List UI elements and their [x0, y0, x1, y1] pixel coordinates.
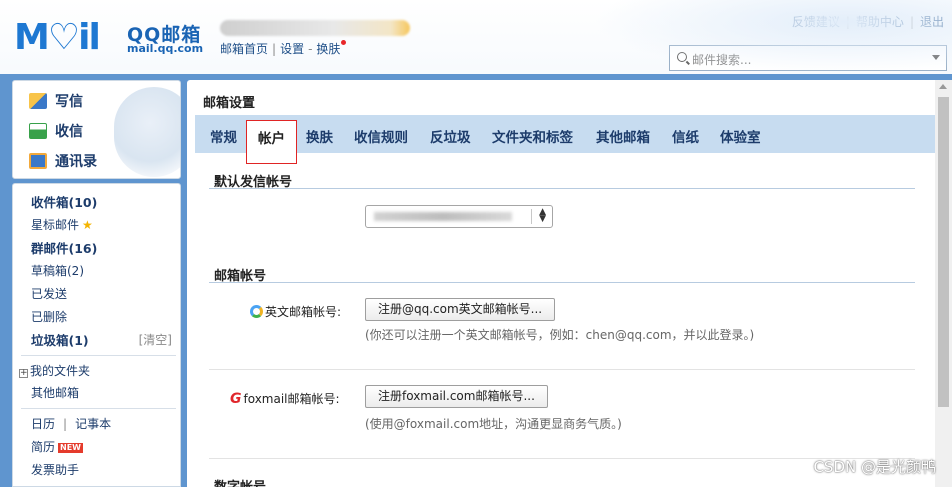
star-icon: ★	[82, 218, 93, 232]
contacts-button[interactable]: 通讯录	[29, 151, 97, 171]
top-nav: 邮箱首页 | 设置 - 换肤	[220, 40, 347, 57]
sidebar-commands: 写信 收信 通讯录	[12, 80, 181, 179]
scroll-up-arrow-icon[interactable]	[939, 84, 947, 89]
search-icon	[677, 52, 687, 62]
help-center-link[interactable]: 帮助中心	[856, 15, 904, 29]
folder-list: 收件箱(10) 星标邮件 ★ 群邮件(16) 草稿箱(2) 已发送 已删除 垃圾箱…	[12, 183, 181, 487]
clear-spam-link[interactable]: [清空]	[139, 331, 172, 348]
english-account-label: 英文邮箱帐号:	[250, 303, 341, 320]
cal-separator: |	[63, 417, 68, 431]
tab-stationery[interactable]: 信纸	[672, 126, 699, 146]
folder-group[interactable]: 群邮件(16)	[31, 238, 97, 257]
tab-folders-labels[interactable]: 文件夹和标签	[492, 126, 573, 146]
divider	[21, 355, 176, 356]
logo-domain: mail.qq.com	[127, 42, 204, 55]
section-divider	[209, 282, 915, 283]
settings-panel: 邮箱设置 常规 帐户 换肤 收信规则 反垃圾 文件夹和标签 其他邮箱 信纸 体验…	[187, 80, 952, 487]
new-badge: NEW	[58, 443, 83, 453]
resume-link[interactable]: 简历 NEW	[31, 438, 83, 455]
my-folders-label: 我的文件夹	[30, 364, 91, 378]
english-account-hint: (你还可以注册一个英文邮箱帐号，例如：chen@qq.com，并以此登录。)	[365, 328, 755, 342]
invoice-assistant-link[interactable]: 发票助手	[31, 461, 79, 478]
row-divider	[209, 458, 915, 459]
folder-starred[interactable]: 星标邮件 ★	[31, 216, 93, 233]
nav-separator: |	[272, 42, 277, 56]
scrollbar-thumb[interactable]	[938, 97, 949, 407]
header: M♡il QQ邮箱 mail.qq.com 邮箱首页 | 设置 - 换肤 反馈建议 | 帮助…	[0, 0, 952, 74]
receive-label: 收信	[55, 124, 83, 140]
exit-link[interactable]: 退出	[920, 15, 944, 29]
sidebar: 写信 收信 通讯录 收件箱(10) 星标邮件 ★ 群邮件(16) 草稿箱(2) 已…	[8, 78, 184, 487]
foxmail-account-label: Gfoxmail邮箱帐号:	[230, 390, 340, 407]
notes-link[interactable]: 记事本	[75, 417, 111, 431]
sender-address-blurred	[374, 212, 512, 221]
numeric-account-heading: 数字帐号	[214, 476, 266, 487]
csdn-watermark: CSDN @是光颜鸭	[813, 458, 936, 476]
logo-main-text: M♡il	[14, 17, 101, 58]
select-divider	[531, 209, 532, 224]
inbox-download-icon	[29, 123, 47, 139]
my-folders-toggle[interactable]: + 我的文件夹	[19, 362, 90, 379]
settings-link[interactable]: 设置	[280, 42, 304, 56]
qq-mail-icon	[250, 305, 263, 318]
pencil-icon	[29, 93, 47, 109]
qq-mail-logo[interactable]: M♡il QQ邮箱 mail.qq.com	[14, 18, 204, 60]
compose-label: 写信	[55, 94, 83, 110]
mail-search-input[interactable]: 邮件搜索...	[669, 45, 947, 71]
page-title: 邮箱设置	[203, 96, 256, 111]
tab-anti-spam[interactable]: 反垃圾	[430, 126, 471, 146]
default-sender-select[interactable]: ▲ ▼	[365, 205, 553, 228]
tab-skin[interactable]: 换肤	[306, 126, 333, 146]
tab-general[interactable]: 常规	[210, 126, 237, 146]
divider	[21, 408, 176, 409]
foxmail-account-text: foxmail邮箱帐号:	[243, 392, 340, 406]
register-foxmail-account-button[interactable]: 注册foxmail.com邮箱帐号...	[365, 385, 548, 408]
english-account-text: 英文邮箱帐号:	[265, 305, 342, 319]
foxmail-account-hint: (使用@foxmail.com地址，沟通更显商务气质。)	[365, 417, 622, 431]
row-divider	[209, 369, 915, 370]
register-english-account-button[interactable]: 注册@qq.com英文邮箱帐号...	[365, 298, 556, 321]
user-info-blurred	[220, 20, 410, 36]
section-divider	[209, 188, 915, 189]
notification-dot-icon	[341, 40, 347, 45]
folder-sent[interactable]: 已发送	[31, 285, 67, 302]
chevron-down-icon[interactable]	[932, 55, 940, 60]
right-separator: |	[909, 15, 914, 29]
receive-button[interactable]: 收信	[29, 121, 83, 141]
other-mailbox-link[interactable]: 其他邮箱	[31, 384, 79, 401]
mailbox-home-link[interactable]: 邮箱首页	[220, 42, 268, 56]
feedback-link[interactable]: 反馈建议	[792, 15, 840, 29]
folder-drafts[interactable]: 草稿箱(2)	[31, 262, 84, 279]
compose-button[interactable]: 写信	[29, 91, 83, 111]
folder-spam[interactable]: 垃圾箱(1)	[31, 330, 89, 349]
tab-other-mailboxes[interactable]: 其他邮箱	[596, 126, 650, 146]
updown-arrow-icon: ▲ ▼	[539, 207, 546, 224]
right-links: 反馈建议 | 帮助中心 | 退出	[792, 13, 944, 30]
foxmail-icon: G	[230, 391, 242, 407]
tab-lab[interactable]: 体验室	[720, 126, 761, 146]
folder-inbox[interactable]: 收件箱(10)	[31, 192, 97, 211]
calendar-link[interactable]: 日历	[31, 417, 55, 431]
contacts-label: 通讯录	[55, 154, 97, 170]
folder-deleted[interactable]: 已删除	[31, 308, 67, 325]
skin-link[interactable]: 换肤	[316, 42, 340, 56]
search-placeholder: 邮件搜索...	[692, 53, 752, 67]
tab-account[interactable]: 帐户	[246, 120, 297, 164]
calendar-notes-row: 日历 | 记事本	[31, 415, 111, 432]
right-separator: |	[845, 15, 850, 29]
vertical-scrollbar[interactable]	[935, 80, 952, 487]
resume-label: 简历	[31, 440, 56, 454]
nav-separator: -	[308, 42, 313, 56]
qq-penguin-watermark-icon	[114, 87, 180, 177]
settings-tabs: 常规 帐户 换肤 收信规则 反垃圾 文件夹和标签 其他邮箱 信纸 体验室	[195, 115, 937, 164]
contacts-icon	[29, 153, 47, 169]
expand-plus-icon[interactable]: +	[19, 369, 28, 378]
folder-starred-label: 星标邮件	[31, 218, 80, 232]
tab-receive-rules[interactable]: 收信规则	[354, 126, 408, 146]
